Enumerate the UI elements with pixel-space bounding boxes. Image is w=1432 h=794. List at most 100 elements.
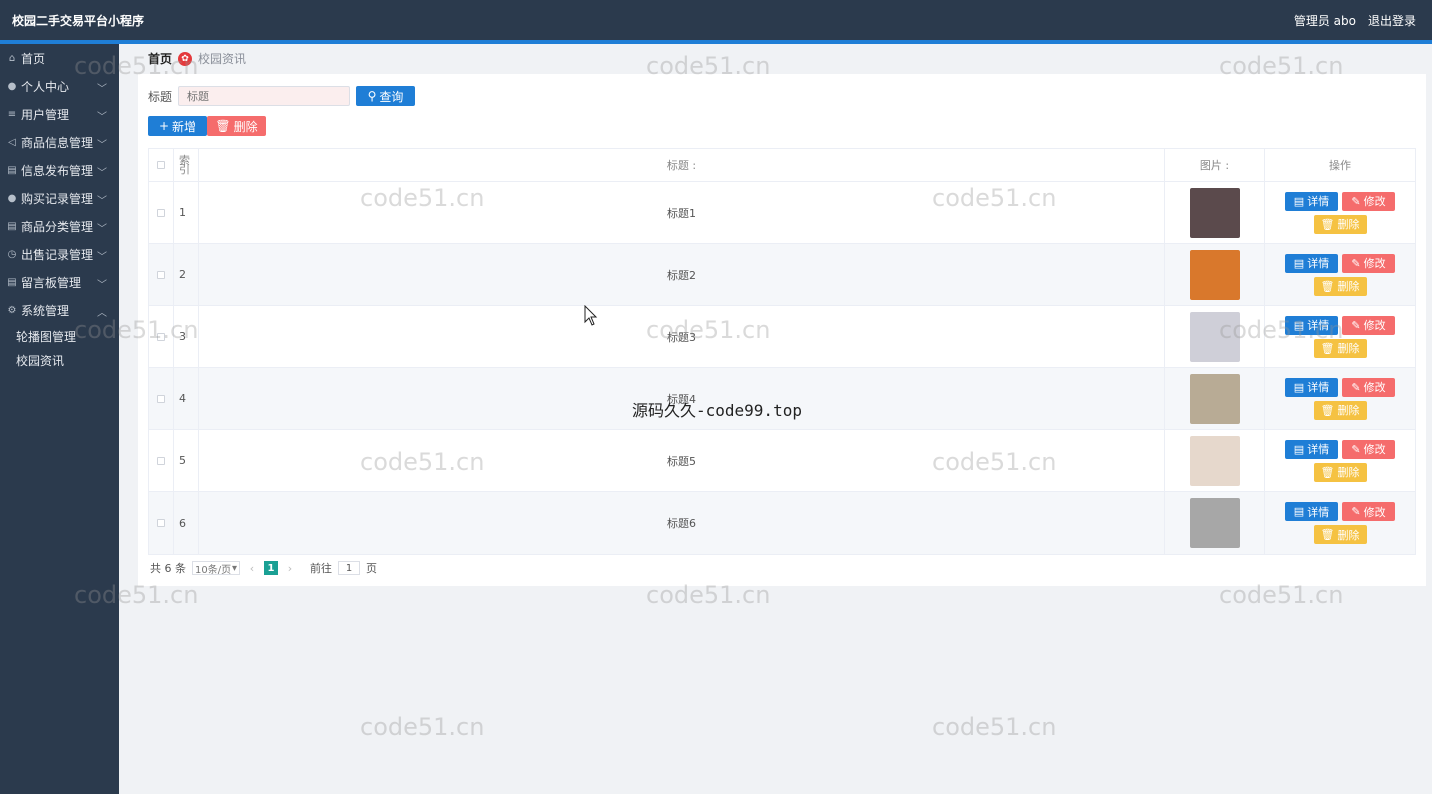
op-line: 🗑 删除 xyxy=(1313,462,1367,482)
row-checkbox[interactable] xyxy=(157,394,165,403)
op-line: ▤ 详情 ✎ 修改 xyxy=(1285,502,1395,521)
row-delete-label: 删除 xyxy=(1337,466,1360,479)
add-button[interactable]: + 新增 xyxy=(148,116,207,136)
data-table: 索引 标题 : 图片 : 操作 1 标题1 ▤ 详情 ✎ 修改 🗑 删除 2 标题2 … xyxy=(148,148,1416,555)
row-checkbox[interactable] xyxy=(157,208,165,217)
logout-link[interactable]: 退出登录 xyxy=(1368,12,1416,29)
bulk-delete-button[interactable]: 🗑 删除 xyxy=(207,116,266,136)
row-delete-button[interactable]: 🗑 删除 xyxy=(1313,214,1367,234)
header-user-area: 管理员 abo 退出登录 xyxy=(1294,12,1416,29)
row-picture-cell xyxy=(1165,306,1265,367)
header-operation: 操作 xyxy=(1329,159,1351,172)
sidebar-item-label: 留言板管理 xyxy=(21,275,82,290)
select-all-checkbox[interactable] xyxy=(157,161,165,169)
pencil-icon: ✎ xyxy=(1351,505,1361,518)
detail-button[interactable]: ▤ 详情 xyxy=(1285,253,1338,273)
prev-page-icon[interactable]: ‹ xyxy=(246,562,258,575)
row-thumbnail[interactable] xyxy=(1189,311,1240,362)
doc-icon: ▤ xyxy=(1293,318,1305,332)
row-thumbnail[interactable] xyxy=(1189,249,1240,300)
row-picture-cell xyxy=(1165,182,1265,243)
detail-button[interactable]: ▤ 详情 xyxy=(1285,439,1338,459)
row-index: 6 xyxy=(174,492,199,554)
row-checkbox[interactable] xyxy=(157,519,165,527)
op-line: ▤ 详情 ✎ 修改 xyxy=(1285,315,1395,335)
sidebar-item-5[interactable]: ● 购买记录管理 ﹀ xyxy=(0,184,119,212)
edit-button[interactable]: ✎ 修改 xyxy=(1342,377,1395,397)
row-thumbnail[interactable] xyxy=(1189,435,1240,486)
sidebar-item-label: 购买记录管理 xyxy=(21,191,94,206)
center-watermark: 源码久久-code99.top xyxy=(632,401,802,420)
doc-icon: ▤ xyxy=(1293,380,1305,394)
table-row: 5 标题5 ▤ 详情 ✎ 修改 🗑 删除 xyxy=(149,430,1415,492)
sidebar-item-2[interactable]: ≡ 用户管理 ﹀ xyxy=(0,100,119,128)
row-delete-button[interactable]: 🗑 删除 xyxy=(1313,276,1367,296)
edit-button-label: 修改 xyxy=(1363,195,1386,208)
trash-icon: 🗑 xyxy=(1320,403,1335,417)
page-number-current[interactable]: 1 xyxy=(264,561,278,575)
detail-button[interactable]: ▤ 详情 xyxy=(1285,377,1338,397)
search-input[interactable] xyxy=(178,86,351,106)
sidebar-item-4[interactable]: ▤ 信息发布管理 ﹀ xyxy=(0,156,119,184)
row-checkbox[interactable] xyxy=(157,332,165,341)
row-operations: ▤ 详情 ✎ 修改 🗑 删除 xyxy=(1265,244,1415,305)
header-index: 索引 xyxy=(179,154,190,176)
row-thumbnail[interactable] xyxy=(1189,187,1240,238)
page-size-select[interactable]: 10条/页 ▾ xyxy=(192,561,240,576)
chevron-down-icon: ﹀ xyxy=(97,112,107,123)
sidebar-item-8[interactable]: ▤ 留言板管理 ﹀ xyxy=(0,268,119,296)
next-page-icon[interactable]: › xyxy=(284,562,296,575)
detail-button[interactable]: ▤ 详情 xyxy=(1285,502,1338,521)
sidebar-item-0[interactable]: ⌂ 首页 xyxy=(0,44,119,72)
edit-button[interactable]: ✎ 修改 xyxy=(1342,439,1395,459)
row-delete-button[interactable]: 🗑 删除 xyxy=(1313,338,1367,358)
row-checkbox[interactable] xyxy=(157,270,165,279)
goto-suffix: 页 xyxy=(366,562,377,575)
sidebar-item-3[interactable]: ◁ 商品信息管理 ﹀ xyxy=(0,128,119,156)
setting-icon: ⚙ xyxy=(7,304,17,316)
search-button[interactable]: ⚲ 查询 xyxy=(356,86,416,106)
row-checkbox[interactable] xyxy=(157,456,165,465)
row-title: 标题2 xyxy=(199,244,1165,305)
sidebar-item-7[interactable]: ◷ 出售记录管理 ﹀ xyxy=(0,240,119,268)
edit-button[interactable]: ✎ 修改 xyxy=(1342,315,1395,335)
sidebar: ⌂ 首页 ● 个人中心 ﹀ ≡ 用户管理 ﹀ ◁ 商品信息管理 ﹀ ▤ 信息发布管理 ﹀ ● 购买记录管理 ﹀ ▤… xyxy=(0,44,119,794)
row-thumbnail[interactable] xyxy=(1189,373,1240,424)
detail-button[interactable]: ▤ 详情 xyxy=(1285,191,1338,211)
table-row: 6 标题6 ▤ 详情 ✎ 修改 🗑 删除 xyxy=(149,492,1415,554)
row-checkbox-cell xyxy=(149,368,174,429)
pagination: 共 6 条 10条/页 ▾ ‹ 1 › 前往 1 页 xyxy=(150,560,377,576)
admin-user-label: 管理员 abo xyxy=(1293,13,1356,28)
edit-button[interactable]: ✎ 修改 xyxy=(1342,253,1395,273)
breadcrumb-home[interactable]: 首页 xyxy=(148,50,172,67)
edit-button[interactable]: ✎ 修改 xyxy=(1342,502,1395,521)
doc-icon: ▤ xyxy=(7,220,17,232)
edit-button-label: 修改 xyxy=(1363,257,1386,270)
user-icon: ● xyxy=(7,192,17,204)
row-delete-button[interactable]: 🗑 删除 xyxy=(1313,525,1367,544)
sidebar-subitem-0[interactable]: 轮播图管理 xyxy=(0,324,119,348)
sidebar-item-label: 用户管理 xyxy=(21,107,70,122)
chevron-down-icon: ﹀ xyxy=(97,280,107,291)
detail-button[interactable]: ▤ 详情 xyxy=(1285,315,1338,335)
op-line: 🗑 删除 xyxy=(1313,525,1367,544)
edit-button[interactable]: ✎ 修改 xyxy=(1342,191,1395,211)
sidebar-subitem-1[interactable]: 校园资讯 xyxy=(0,348,119,372)
row-operations: ▤ 详情 ✎ 修改 🗑 删除 xyxy=(1265,430,1415,491)
trash-icon: 🗑 xyxy=(215,119,231,133)
goto-page-input[interactable]: 1 xyxy=(338,561,360,575)
chevron-down-icon: ﹀ xyxy=(97,168,107,179)
home-icon: ⌂ xyxy=(8,52,16,64)
row-delete-button[interactable]: 🗑 删除 xyxy=(1313,400,1367,420)
trash-icon: 🗑 xyxy=(1320,279,1335,293)
sidebar-item-9[interactable]: ⚙ 系统管理 ︿ xyxy=(0,296,119,324)
op-line: ▤ 详情 ✎ 修改 xyxy=(1285,377,1395,397)
row-thumbnail[interactable] xyxy=(1189,498,1240,548)
sidebar-item-1[interactable]: ● 个人中心 ﹀ xyxy=(0,72,119,100)
sidebar-item-6[interactable]: ▤ 商品分类管理 ﹀ xyxy=(0,212,119,240)
user-icon: ● xyxy=(7,80,17,92)
row-delete-button[interactable]: 🗑 删除 xyxy=(1313,462,1367,482)
trash-icon: 🗑 xyxy=(1320,341,1335,355)
row-index: 3 xyxy=(174,306,199,367)
op-line: 🗑 删除 xyxy=(1313,214,1367,234)
